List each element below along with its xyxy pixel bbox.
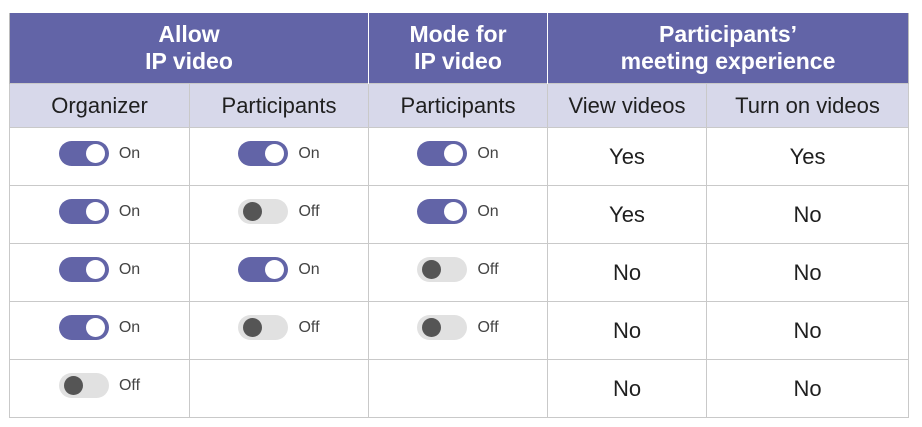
turn-on-videos-cell: No	[705, 301, 910, 360]
mode-cell: On	[368, 127, 548, 186]
toggle-label: Off	[298, 318, 320, 336]
toggle-switch-icon[interactable]	[58, 199, 109, 224]
toggle-label: On	[118, 202, 141, 220]
toggle-knob	[85, 318, 105, 337]
header-participants-meeting-experience: Participants’ meeting experience	[546, 13, 910, 84]
toggle-switch-icon[interactable]	[238, 141, 289, 166]
toggle-knob	[243, 318, 263, 337]
participants-cell	[189, 359, 369, 418]
toggle-label: Off	[298, 202, 320, 220]
participants-cell: On	[189, 127, 369, 186]
organizer-cell: On	[9, 127, 190, 186]
mode-toggle[interactable]: Off	[417, 315, 499, 340]
toggle-switch-icon[interactable]	[58, 257, 109, 282]
participants-toggle[interactable]: Off	[238, 199, 320, 224]
mode-cell: On	[368, 185, 548, 244]
mode-toggle[interactable]: On	[417, 141, 499, 166]
view-videos-cell: No	[547, 243, 707, 302]
toggle-label: On	[477, 202, 499, 220]
toggle-switch-icon[interactable]	[417, 315, 468, 340]
toggle-knob	[243, 202, 263, 221]
header-allow-ip-video: Allow IP video	[9, 13, 369, 84]
turn-on-videos-cell: Yes	[705, 127, 910, 186]
toggle-switch-icon[interactable]	[238, 315, 289, 340]
organizer-cell: On	[9, 301, 190, 360]
toggle-knob	[422, 318, 442, 337]
column-header-row: Organizer Participants Participants View…	[9, 83, 910, 128]
toggle-label: On	[118, 260, 141, 278]
turn-on-videos-cell: No	[705, 359, 910, 418]
toggle-knob	[85, 260, 105, 279]
participants-cell: On	[189, 243, 369, 302]
participants-toggle[interactable]: Off	[238, 315, 320, 340]
column-header-turn-on-videos: Turn on videos	[705, 83, 910, 128]
mode-cell	[368, 359, 548, 418]
view-videos-cell: No	[547, 301, 707, 360]
toggle-switch-icon[interactable]	[58, 315, 109, 340]
group-header-row: Allow IP video Mode for IP video Participa…	[9, 13, 910, 84]
toggle-switch-icon[interactable]	[58, 373, 109, 398]
participants-toggle[interactable]: On	[238, 257, 320, 282]
toggle-label: On	[118, 144, 141, 162]
toggle-switch-icon[interactable]	[238, 257, 289, 282]
organizer-toggle[interactable]: Off	[58, 373, 141, 398]
ip-video-policy-table: Allow IP video Mode for IP video Participa…	[9, 13, 910, 418]
toggle-label: On	[298, 144, 320, 162]
organizer-cell: On	[9, 185, 190, 244]
organizer-toggle[interactable]: On	[58, 141, 141, 166]
table-row: On Off On Yes No	[9, 185, 910, 244]
toggle-switch-icon[interactable]	[58, 141, 109, 166]
column-header-view-videos: View videos	[547, 83, 707, 128]
toggle-label: Off	[118, 376, 141, 394]
participants-cell: Off	[189, 185, 369, 244]
turn-on-videos-cell: No	[705, 243, 910, 302]
view-videos-cell: Yes	[547, 127, 707, 186]
turn-on-videos-cell: No	[705, 185, 910, 244]
table-row: Off No No	[9, 359, 910, 418]
column-header-mode-participants: Participants	[368, 83, 548, 128]
toggle-label: On	[298, 260, 320, 278]
mode-toggle[interactable]: Off	[417, 257, 499, 282]
header-mode-for-ip-video: Mode for IP video	[368, 13, 548, 84]
toggle-knob	[85, 202, 105, 221]
column-header-participants: Participants	[189, 83, 369, 128]
toggle-switch-icon[interactable]	[417, 199, 468, 224]
toggle-knob	[85, 144, 105, 163]
toggle-knob	[444, 202, 464, 221]
view-videos-cell: Yes	[547, 185, 707, 244]
table-row: On On On Yes Yes	[9, 127, 910, 186]
mode-cell: Off	[368, 243, 548, 302]
participants-cell: Off	[189, 301, 369, 360]
toggle-knob	[444, 144, 464, 163]
toggle-knob	[422, 260, 442, 279]
table-row: On Off Off No No	[9, 301, 910, 360]
view-videos-cell: No	[547, 359, 707, 418]
table-body: On On On Yes Yes On Off On Yes No On On Off No No On Off…	[9, 127, 910, 418]
organizer-toggle[interactable]: On	[58, 315, 141, 340]
toggle-label: Off	[477, 260, 499, 278]
toggle-switch-icon[interactable]	[417, 141, 468, 166]
table-row: On On Off No No	[9, 243, 910, 302]
toggle-label: Off	[477, 318, 499, 336]
toggle-knob	[63, 376, 83, 395]
organizer-toggle[interactable]: On	[58, 257, 141, 282]
mode-cell: Off	[368, 301, 548, 360]
organizer-cell: Off	[9, 359, 190, 418]
toggle-knob	[265, 260, 285, 279]
participants-toggle[interactable]: On	[238, 141, 320, 166]
toggle-switch-icon[interactable]	[238, 199, 289, 224]
toggle-label: On	[118, 318, 141, 336]
toggle-knob	[265, 144, 285, 163]
organizer-cell: On	[9, 243, 190, 302]
toggle-switch-icon[interactable]	[417, 257, 468, 282]
mode-toggle[interactable]: On	[417, 199, 499, 224]
organizer-toggle[interactable]: On	[58, 199, 141, 224]
toggle-label: On	[477, 144, 499, 162]
column-header-organizer: Organizer	[9, 83, 190, 128]
